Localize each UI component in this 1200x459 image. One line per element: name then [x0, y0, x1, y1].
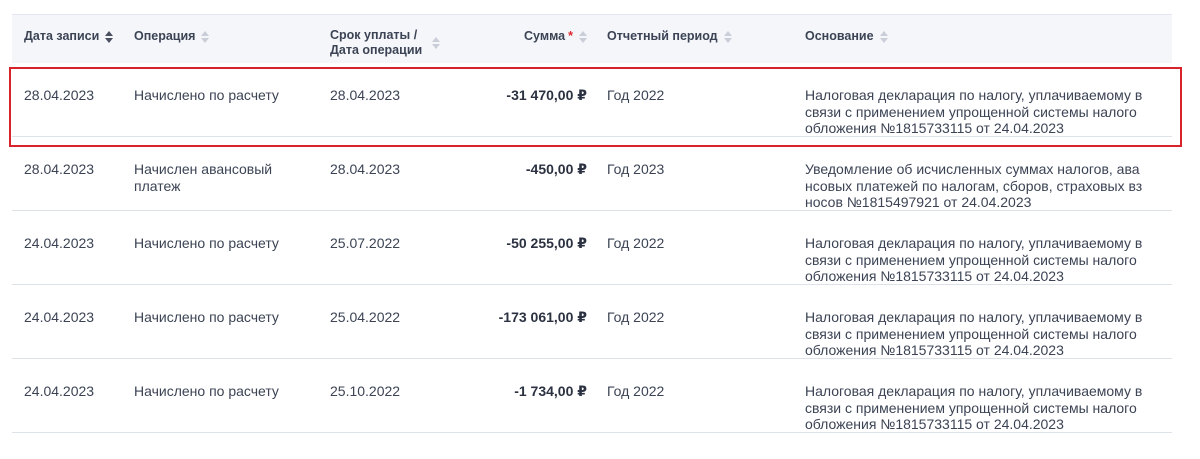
row-basis: Налоговая декларация по налогу, уплачива… [805, 383, 1143, 432]
operations-table: Дата записи Операция Срок уплаты / Дата … [12, 14, 1172, 433]
column-header-period[interactable]: Отчетный период [607, 29, 732, 44]
row-period: Год 2022 [607, 235, 665, 251]
table-row[interactable]: 24.04.2023 Начислено по расчету 25.07.20… [12, 211, 1172, 285]
column-header-date[interactable]: Дата записи [24, 29, 114, 44]
column-header-amount-label: Сумма [524, 29, 566, 43]
column-header-operation[interactable]: Операция [134, 29, 210, 44]
row-basis: Налоговая декларация по налогу, уплачива… [805, 87, 1143, 136]
row-date: 28.04.2023 [24, 87, 95, 103]
row-due-date: 28.04.2023 [330, 161, 401, 177]
row-date: 24.04.2023 [24, 309, 95, 325]
row-period: Год 2022 [607, 87, 665, 103]
column-header-period-label: Отчетный период [607, 29, 718, 43]
sort-arrows-icon[interactable] [579, 30, 587, 43]
row-due-date: 25.04.2022 [330, 309, 401, 325]
row-operation: Начислен авансовый платеж [134, 161, 273, 194]
table-row[interactable]: 24.04.2023 Начислено по расчету 25.10.20… [12, 359, 1172, 433]
table-row[interactable]: 24.04.2023 Начислено по расчету 25.04.20… [12, 285, 1172, 359]
row-date: 28.04.2023 [24, 161, 95, 177]
column-header-due-line1: Срок уплаты / [330, 28, 418, 42]
row-operation: Начислено по расчету [134, 383, 279, 399]
row-due-date: 25.07.2022 [330, 235, 401, 251]
column-header-date-label: Дата записи [24, 29, 100, 43]
row-amount: -173 061,00 ₽ [498, 309, 587, 325]
table-row[interactable]: 28.04.2023 Начислен авансовый платеж 28.… [12, 137, 1172, 211]
row-amount: -450,00 ₽ [525, 161, 587, 177]
row-operation: Начислено по расчету [134, 87, 279, 103]
column-header-basis-label: Основание [805, 29, 874, 43]
sort-arrows-icon[interactable] [723, 30, 732, 43]
row-period: Год 2022 [607, 383, 665, 399]
required-mark: * [568, 29, 573, 43]
column-header-basis[interactable]: Основание [805, 29, 888, 44]
sort-arrows-icon[interactable] [105, 30, 114, 43]
column-header-due[interactable]: Срок уплаты / Дата операции [330, 28, 441, 58]
row-date: 24.04.2023 [24, 235, 95, 251]
sort-arrows-icon[interactable] [201, 30, 210, 43]
row-amount: -50 255,00 ₽ [506, 235, 587, 251]
row-basis: Уведомление об исчисленных суммах налого… [805, 161, 1143, 210]
column-header-operation-label: Операция [134, 29, 196, 43]
sort-arrows-icon[interactable] [879, 30, 888, 43]
table-row[interactable]: 28.04.2023 Начислено по расчету 28.04.20… [12, 63, 1172, 137]
row-basis: Налоговая декларация по налогу, уплачива… [805, 235, 1143, 284]
row-period: Год 2022 [607, 309, 665, 325]
row-due-date: 25.10.2022 [330, 383, 401, 399]
table-header: Дата записи Операция Срок уплаты / Дата … [12, 14, 1172, 63]
row-amount: -31 470,00 ₽ [506, 87, 587, 103]
row-period: Год 2023 [607, 161, 665, 177]
row-basis: Налоговая декларация по налогу, уплачива… [805, 309, 1143, 358]
row-operation: Начислено по расчету [134, 235, 279, 251]
row-amount: -1 734,00 ₽ [514, 383, 587, 399]
column-header-due-line2: Дата операции [330, 43, 423, 57]
column-header-amount[interactable]: Сумма * [432, 29, 587, 44]
row-date: 24.04.2023 [24, 383, 95, 399]
row-operation: Начислено по расчету [134, 309, 279, 325]
row-due-date: 28.04.2023 [330, 87, 401, 103]
